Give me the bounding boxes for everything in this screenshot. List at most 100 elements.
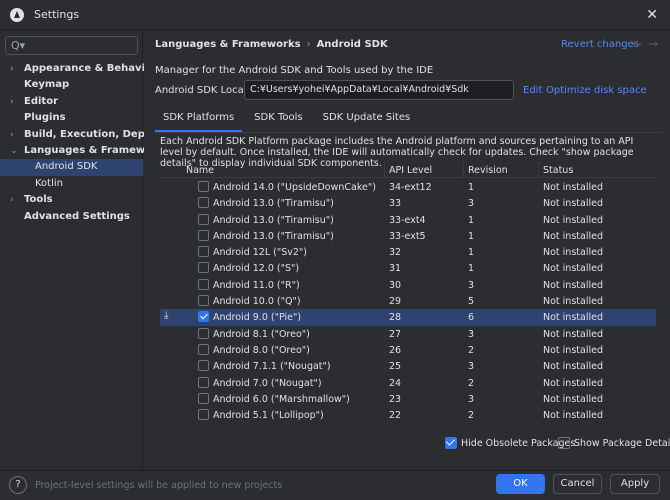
- chevron-down-icon[interactable]: ⌄: [10, 143, 18, 159]
- table-row[interactable]: Android 6.0 ("Marshmallow") 23 3 Not instal…: [160, 391, 656, 407]
- sidebar-item[interactable]: › Build, Execution, Deployment: [0, 127, 191, 143]
- show-package-details-checkbox[interactable]: [558, 437, 570, 449]
- status-text: Not installed: [543, 312, 603, 324]
- row-checkbox[interactable]: [198, 392, 209, 404]
- status-text: Not installed: [543, 344, 603, 356]
- breadcrumb-current: Android SDK: [316, 39, 388, 50]
- status-text: Not installed: [543, 198, 603, 210]
- row-checkbox[interactable]: [198, 409, 209, 421]
- platform-name: Android 13.0 ("Tiramisu"): [213, 230, 334, 242]
- sidebar-item[interactable]: Advanced Settings: [0, 209, 143, 225]
- settings-tree: › Appearance & Behavior Keymap › Editor Plugi…: [0, 61, 191, 225]
- row-checkbox[interactable]: [198, 262, 209, 274]
- show-package-details-label[interactable]: Show Package Details: [574, 438, 670, 449]
- sidebar-item-label: Keymap: [24, 79, 70, 91]
- row-checkbox[interactable]: [198, 197, 209, 209]
- column-divider: [538, 162, 539, 178]
- table-row[interactable]: Android 12L ("Sv2") 32 1 Not installed: [160, 244, 656, 260]
- revision: 3: [468, 198, 475, 210]
- row-checkbox[interactable]: [198, 327, 209, 339]
- column-divider: [463, 162, 464, 178]
- platform-name: Android 11.0 ("R"): [213, 279, 300, 291]
- api-level: 33-ext4: [389, 214, 426, 226]
- revision: 3: [468, 279, 475, 291]
- platform-name: Android 12L ("Sv2"): [213, 247, 307, 259]
- optimize-disk-space-link[interactable]: Optimize disk space: [546, 85, 647, 96]
- platform-name: Android 12.0 ("S"): [213, 263, 300, 275]
- revision: 2: [468, 377, 475, 389]
- table-row[interactable]: Android 11.0 ("R") 30 3 Not installed: [160, 277, 656, 293]
- tab-sdk-update-sites[interactable]: SDK Update Sites: [315, 108, 419, 132]
- table-row[interactable]: Android 13.0 ("Tiramisu") 33-ext4 1 Not ins…: [160, 212, 656, 228]
- row-checkbox[interactable]: [198, 229, 209, 241]
- forward-arrow-icon[interactable]: →: [648, 37, 664, 51]
- sidebar-item[interactable]: › Appearance & Behavior: [0, 61, 157, 77]
- api-level: 33-ext5: [389, 230, 426, 242]
- close-icon[interactable]: ✕: [646, 7, 658, 23]
- ok-button[interactable]: OK: [496, 474, 545, 494]
- api-level: 24: [389, 377, 402, 389]
- breadcrumb-parent[interactable]: Languages & Frameworks: [155, 39, 301, 50]
- table-row[interactable]: Android 5.1 ("Lollipop") 22 2 Not installed: [160, 407, 656, 423]
- sidebar-item[interactable]: › Tools: [0, 192, 143, 208]
- status-text: Not installed: [543, 182, 603, 193]
- chevron-right-icon[interactable]: ›: [10, 61, 14, 77]
- row-checkbox[interactable]: [198, 360, 209, 372]
- help-icon[interactable]: ?: [9, 476, 27, 494]
- row-checkbox[interactable]: [198, 181, 209, 192]
- sidebar-item[interactable]: Plugins: [0, 110, 143, 126]
- revision: 1: [468, 214, 475, 226]
- column-divider: [384, 162, 385, 178]
- tab-sdk-platforms[interactable]: SDK Platforms: [155, 108, 243, 132]
- page-description: Manager for the Android SDK and Tools us…: [155, 65, 434, 76]
- table-row[interactable]: ⤓ Android 9.0 ("Pie") 28 6 Not installed: [160, 309, 656, 326]
- row-checkbox[interactable]: [198, 278, 209, 290]
- sidebar-item[interactable]: Kotlin: [0, 176, 143, 192]
- chevron-right-icon[interactable]: ›: [10, 127, 14, 143]
- sdk-location-field[interactable]: C:¥Users¥yohei¥AppData¥Local¥Android¥Sdk: [244, 80, 514, 100]
- sidebar-item[interactable]: › Editor: [0, 94, 143, 110]
- platform-name: Android 7.1.1 ("Nougat"): [213, 361, 331, 373]
- chevron-right-icon[interactable]: ›: [10, 94, 14, 110]
- row-checkbox[interactable]: [198, 246, 209, 258]
- column-header-api-level[interactable]: API Level: [389, 165, 432, 176]
- back-arrow-icon[interactable]: ←: [632, 37, 648, 51]
- table-row[interactable]: Android 13.0 ("Tiramisu") 33 3 Not installe…: [160, 195, 656, 211]
- row-checkbox[interactable]: [198, 213, 209, 225]
- edit-link[interactable]: Edit: [523, 85, 542, 96]
- sdk-platforms-table: Name API Level Revision Status Android 1…: [160, 162, 656, 434]
- table-row[interactable]: Android 7.1.1 ("Nougat") 25 3 Not installed: [160, 358, 656, 374]
- hide-obsolete-checkbox[interactable]: [445, 437, 457, 449]
- tab-sdk-tools[interactable]: SDK Tools: [246, 108, 310, 132]
- chevron-right-icon[interactable]: ›: [10, 192, 14, 208]
- sidebar-item[interactable]: Keymap: [0, 77, 143, 93]
- table-row[interactable]: Android 8.1 ("Oreo") 27 3 Not installed: [160, 326, 656, 342]
- row-checkbox[interactable]: [198, 311, 209, 323]
- tabs-divider: [155, 132, 663, 133]
- revision: 1: [468, 247, 475, 259]
- column-header-status[interactable]: Status: [543, 165, 573, 176]
- row-checkbox[interactable]: [198, 376, 209, 388]
- row-checkbox[interactable]: [198, 295, 209, 307]
- revert-changes-link[interactable]: Revert changes: [561, 39, 639, 50]
- platform-name: Android 6.0 ("Marshmallow"): [213, 393, 350, 405]
- table-row[interactable]: Android 7.0 ("Nougat") 24 2 Not installed: [160, 375, 656, 391]
- cancel-button[interactable]: Cancel: [553, 474, 602, 494]
- revision: 2: [468, 410, 475, 422]
- apply-button[interactable]: Apply: [610, 474, 660, 494]
- column-header-name[interactable]: Name: [186, 165, 214, 176]
- api-level: 23: [389, 393, 402, 405]
- table-row[interactable]: Android 13.0 ("Tiramisu") 33-ext5 1 Not ins…: [160, 228, 656, 244]
- table-row[interactable]: Android 12.0 ("S") 31 1 Not installed: [160, 260, 656, 276]
- platform-name: Android 7.0 ("Nougat"): [213, 377, 322, 389]
- column-header-revision[interactable]: Revision: [468, 165, 508, 176]
- sidebar-item[interactable]: ⌄ Languages & Frameworks: [0, 143, 170, 159]
- table-row[interactable]: Android 14.0 ("UpsideDownCake") 34-ext12 1…: [160, 179, 656, 195]
- search-input[interactable]: Q▾: [5, 36, 138, 55]
- sidebar-item[interactable]: Android SDK: [0, 159, 143, 176]
- table-row[interactable]: Android 10.0 ("Q") 29 5 Not installed: [160, 293, 656, 309]
- row-checkbox[interactable]: [198, 343, 209, 355]
- table-row[interactable]: Android 8.0 ("Oreo") 26 2 Not installed: [160, 342, 656, 358]
- sidebar-item-label: Appearance & Behavior: [24, 63, 157, 74]
- table-body: Android 14.0 ("UpsideDownCake") 34-ext12 1…: [160, 179, 656, 423]
